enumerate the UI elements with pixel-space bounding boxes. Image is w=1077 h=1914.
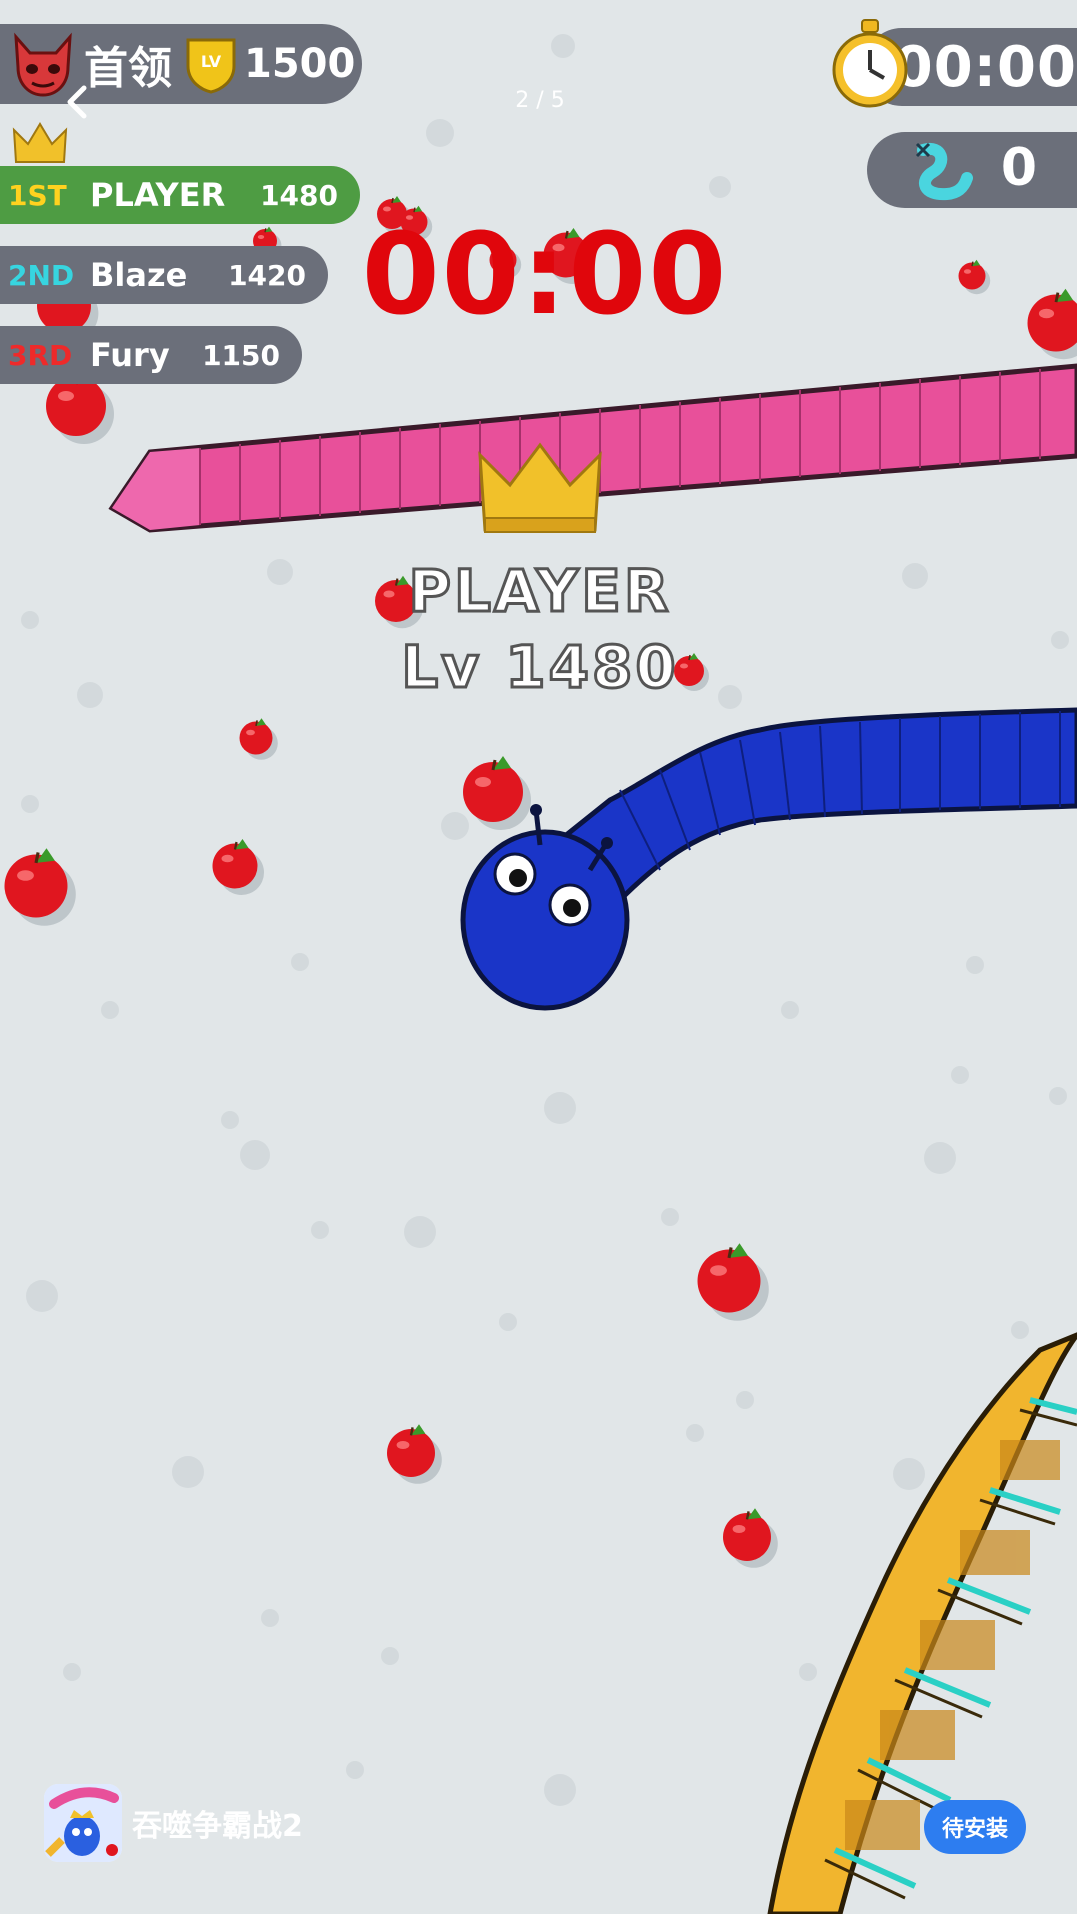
leader-level: 1500 xyxy=(244,41,356,87)
rank-label: 2ND xyxy=(8,258,75,292)
apple-icon xyxy=(2,846,76,926)
apple-icon xyxy=(1026,287,1077,360)
timer-small: 00:00 xyxy=(893,34,1077,100)
rank-label: 3RD xyxy=(8,338,73,372)
apple-icon xyxy=(721,1506,778,1568)
player-name: Fury xyxy=(90,336,170,374)
lv-shield-icon: LV xyxy=(184,34,238,94)
apple-icon xyxy=(385,1422,442,1484)
leaderboard-row-1: 1ST PLAYER 1480 xyxy=(0,166,360,224)
snake-kill-icon xyxy=(915,142,973,201)
player-level: Lv 1480 xyxy=(400,632,679,703)
install-button[interactable]: 待安装 xyxy=(924,1800,1026,1854)
countdown-timer: 00:00 xyxy=(361,210,729,340)
app-name: 吞噬争霸战2 xyxy=(132,1809,303,1844)
player-score: 1480 xyxy=(260,178,338,212)
apple-icon xyxy=(957,259,991,295)
crown-icon xyxy=(478,442,602,533)
crown-icon xyxy=(12,122,68,163)
player-score: 1150 xyxy=(202,338,280,372)
apple-icon xyxy=(211,837,264,895)
stopwatch-icon xyxy=(832,19,908,108)
apple-icon xyxy=(238,717,278,760)
app-icon[interactable] xyxy=(44,1784,122,1862)
leaderboard-row-3: 3RD Fury 1150 xyxy=(0,326,302,384)
apple-icon xyxy=(461,754,531,830)
apple-icon xyxy=(695,1241,769,1321)
lv-badge-text: LV xyxy=(200,52,222,71)
player-name: PLAYER xyxy=(407,556,672,627)
kill-panel: 0 xyxy=(867,132,1077,208)
kill-count: 0 xyxy=(1000,138,1037,198)
player-nameplate: PLAYER Lv 1480 xyxy=(330,553,750,705)
leaderboard-row-2: 2ND Blaze 1420 xyxy=(0,246,328,304)
back-arrow-icon[interactable] xyxy=(62,82,92,122)
player-name: Blaze xyxy=(90,256,188,294)
leader-label: 首领 xyxy=(84,43,172,94)
rank-label: 1ST xyxy=(8,178,67,212)
leader-bar: 首领 LV 1500 xyxy=(0,24,362,104)
player-score: 1420 xyxy=(228,258,306,292)
page-indicator: 2 / 5 xyxy=(515,88,565,113)
player-name: PLAYER xyxy=(90,176,226,214)
app-ad-bar[interactable]: 吞噬争霸战2 xyxy=(44,1784,303,1862)
